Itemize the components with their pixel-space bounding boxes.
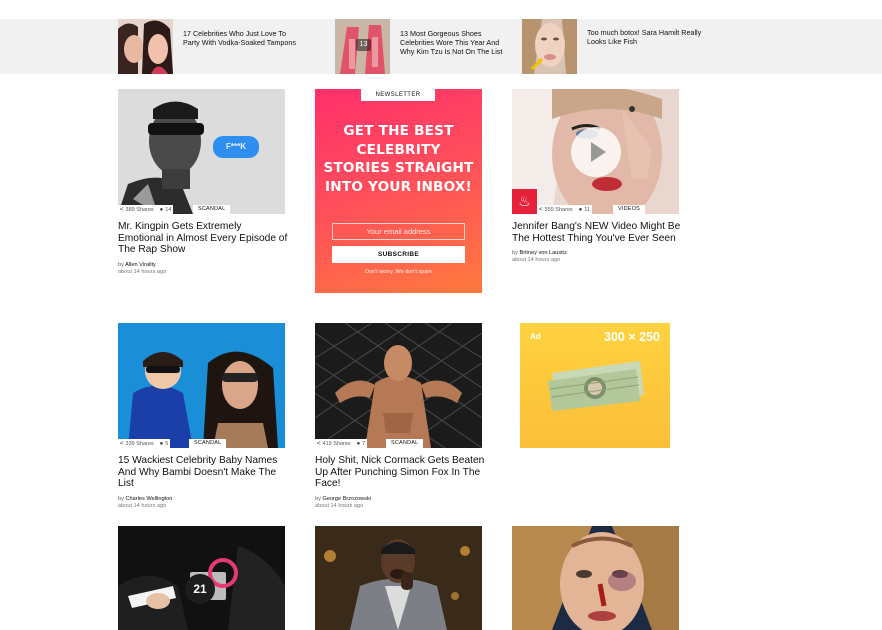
category-tag[interactable]: VIDEOS xyxy=(613,205,645,214)
strip-title[interactable]: 13 Most Gorgeous Shoes Celebrities Wore … xyxy=(400,29,515,56)
article-image[interactable]: 21 xyxy=(118,526,285,630)
chat-bubble: F***K xyxy=(213,136,259,158)
play-icon[interactable] xyxy=(571,127,621,177)
comment-count: 5 xyxy=(165,440,169,447)
share-icon: < xyxy=(317,440,321,447)
strip-thumbnail[interactable] xyxy=(522,19,577,74)
ad-size: 300 × 250 xyxy=(604,330,660,344)
strip-thumbnail[interactable]: 13 xyxy=(335,19,390,74)
share-count: 339 Shares xyxy=(125,440,154,447)
comment-count: 14 xyxy=(165,206,172,213)
article-card[interactable]: ♨ < 359 Shares ● 11 VIDEOS Jennifer Bang… xyxy=(512,89,682,264)
money-stack-icon xyxy=(548,361,644,411)
timestamp: about 14 hours ago xyxy=(118,502,167,509)
strip-title[interactable]: 17 Celebrities Who Just Love To Party Wi… xyxy=(183,29,298,47)
comment-count: 11 xyxy=(584,206,590,213)
article-title[interactable]: 15 Wackiest Celebrity Baby Names And Why… xyxy=(118,455,288,490)
article-image[interactable]: < 419 Shares ● 7 SCANDAL xyxy=(315,323,482,448)
trending-fire-icon: ♨ xyxy=(512,189,537,214)
author-link[interactable]: Britney von Lausitz xyxy=(519,250,566,256)
category-tag[interactable]: SCANDAL xyxy=(386,439,424,448)
comment-icon: ● xyxy=(356,440,361,447)
share-count: 389 Shares xyxy=(125,206,154,213)
article-image[interactable] xyxy=(315,526,482,630)
subscribe-button[interactable]: SUBSCRIBE xyxy=(332,246,465,263)
ad-label: Ad xyxy=(530,332,541,341)
share-icon: < xyxy=(539,206,543,213)
article-card[interactable] xyxy=(512,526,679,630)
share-icon: < xyxy=(120,206,124,213)
byline: by Allen Virality xyxy=(118,261,156,268)
timestamp: about 14 hours ago xyxy=(118,268,167,275)
comment-count: 7 xyxy=(362,440,366,447)
strip-item[interactable]: Too much botox! Sara Hamilt Really Looks… xyxy=(522,19,702,74)
gallery-count-badge: 21 xyxy=(185,574,215,604)
article-card[interactable]: < 419 Shares ● 7 SCANDAL Holy Shit, Nick… xyxy=(315,323,485,510)
byline: by Britney von Lausitz xyxy=(512,250,567,256)
newsletter-headline: GET THE BEST CELEBRITY STORIES STRAIGHT … xyxy=(323,123,474,195)
article-image[interactable] xyxy=(512,526,679,630)
article-card[interactable] xyxy=(315,526,482,630)
timestamp: about 14 hours ago xyxy=(315,502,364,509)
author-link[interactable]: Charles Wellington xyxy=(125,496,172,502)
share-icon: < xyxy=(120,440,124,447)
email-input[interactable] xyxy=(332,223,465,240)
strip-thumbnail[interactable] xyxy=(118,19,173,74)
author-link[interactable]: Allen Virality xyxy=(125,262,156,268)
category-tag[interactable]: SCANDAL xyxy=(193,205,231,214)
ad-banner[interactable]: Ad 300 × 250 xyxy=(520,323,670,448)
strip-item[interactable]: 17 Celebrities Who Just Love To Party Wi… xyxy=(118,19,298,74)
article-image[interactable]: ♨ < 359 Shares ● 11 VIDEOS xyxy=(512,89,679,214)
share-bar: < 419 Shares ● 7 xyxy=(315,439,368,448)
article-card[interactable]: 21 xyxy=(118,526,285,630)
share-count: 419 Shares xyxy=(322,440,351,447)
author-link[interactable]: George Brzozowski xyxy=(322,496,371,502)
article-card[interactable]: < 339 Shares ● 5 SCANDAL 15 Wackiest Cel… xyxy=(118,323,285,510)
share-count: 359 Shares xyxy=(544,206,573,213)
related-strip: 17 Celebrities Who Just Love To Party Wi… xyxy=(0,19,882,74)
newsletter-label: NEWSLETTER xyxy=(361,89,435,101)
byline: by George Brzozowski xyxy=(315,495,371,502)
strip-title[interactable]: Too much botox! Sara Hamilt Really Looks… xyxy=(587,28,702,46)
share-bar: < 389 Shares ● 14 xyxy=(118,205,174,214)
article-image[interactable]: F***K < 389 Shares ● 14 SCANDAL xyxy=(118,89,285,214)
comment-icon: ● xyxy=(159,206,164,213)
strip-item[interactable]: 13 13 Most Gorgeous Shoes Celebrities Wo… xyxy=(335,19,515,74)
gallery-count-badge: 13 xyxy=(356,39,371,51)
newsletter-box: NEWSLETTER GET THE BEST CELEBRITY STORIE… xyxy=(315,89,482,293)
byline: by Charles Wellington xyxy=(118,495,173,502)
newsletter-note: Don't worry. We don't spam xyxy=(365,269,432,275)
timestamp: about 14 hours ago xyxy=(512,257,561,263)
comment-icon: ● xyxy=(159,440,164,447)
article-card[interactable]: F***K < 389 Shares ● 14 SCANDAL Mr. King… xyxy=(118,89,288,276)
article-image[interactable]: < 339 Shares ● 5 SCANDAL xyxy=(118,323,285,448)
article-title[interactable]: Holy Shit, Nick Cormack Gets Beaten Up A… xyxy=(315,455,485,490)
comment-icon: ● xyxy=(578,206,583,213)
share-bar: < 359 Shares ● 11 xyxy=(537,205,592,214)
article-title[interactable]: Mr. Kingpin Gets Extremely Emotional in … xyxy=(118,221,288,256)
article-title[interactable]: Jennifer Bang's NEW Video Might Be The H… xyxy=(512,221,682,244)
category-tag[interactable]: SCANDAL xyxy=(189,439,227,448)
share-bar: < 339 Shares ● 5 xyxy=(118,439,171,448)
